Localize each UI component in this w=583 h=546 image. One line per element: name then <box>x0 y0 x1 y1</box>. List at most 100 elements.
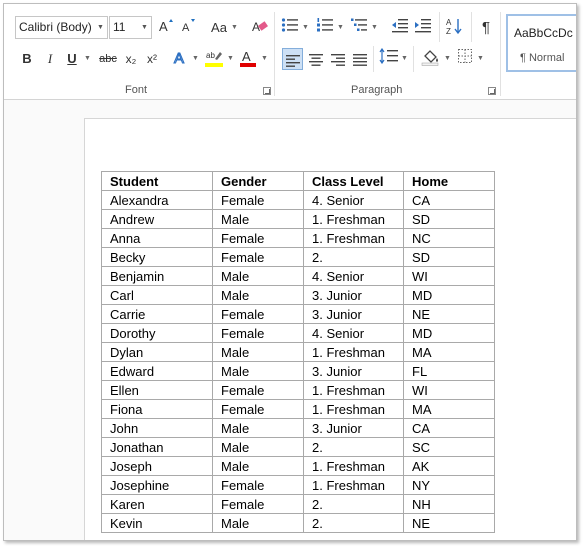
table-cell[interactable]: WI <box>403 380 495 400</box>
chevron-down-icon[interactable]: ▼ <box>371 17 378 39</box>
document-page[interactable]: Student Gender Class Level Home Alexandr… <box>84 118 576 540</box>
shading-button[interactable] <box>420 48 442 70</box>
bold-button[interactable]: B <box>18 48 36 70</box>
table-cell[interactable]: WI <box>403 266 495 286</box>
table-cell[interactable]: 1. Freshman <box>303 209 404 229</box>
chevron-down-icon[interactable]: ▼ <box>302 17 309 39</box>
table-cell[interactable]: 3. Junior <box>303 361 404 381</box>
table-cell[interactable]: Male <box>212 456 304 476</box>
paragraph-dialog-launcher-icon[interactable] <box>488 87 496 95</box>
table-cell[interactable]: Female <box>212 399 304 419</box>
table-cell[interactable]: Carl <box>101 285 213 305</box>
justify-button[interactable] <box>349 48 370 70</box>
table-cell[interactable]: Benjamin <box>101 266 213 286</box>
table-cell[interactable]: 1. Freshman <box>303 342 404 362</box>
table-cell[interactable]: 1. Freshman <box>303 475 404 495</box>
header-cell[interactable]: Home <box>403 171 495 191</box>
table-cell[interactable]: Female <box>212 247 304 267</box>
subscript-button[interactable]: x₂ <box>122 48 140 70</box>
table-cell[interactable]: Male <box>212 266 304 286</box>
table-cell[interactable]: 4. Senior <box>303 190 404 210</box>
bullets-button[interactable] <box>280 17 300 39</box>
table-cell[interactable]: MA <box>403 342 495 362</box>
table-cell[interactable]: MA <box>403 399 495 419</box>
table-cell[interactable]: Dorothy <box>101 323 213 343</box>
table-cell[interactable]: Joseph <box>101 456 213 476</box>
underline-button[interactable]: U <box>63 48 81 70</box>
increase-indent-button[interactable] <box>413 17 433 39</box>
table-cell[interactable]: Becky <box>101 247 213 267</box>
chevron-down-icon[interactable]: ▼ <box>94 17 107 38</box>
table-cell[interactable]: 3. Junior <box>303 285 404 305</box>
sort-button[interactable]: A Z <box>445 17 465 39</box>
table-cell[interactable]: 4. Senior <box>303 266 404 286</box>
table-cell[interactable]: 3. Junior <box>303 418 404 438</box>
table-cell[interactable]: Female <box>212 304 304 324</box>
shrink-font-button[interactable]: A <box>179 17 197 39</box>
table-cell[interactable]: 4. Senior <box>303 323 404 343</box>
table-cell[interactable]: John <box>101 418 213 438</box>
table-cell[interactable]: Male <box>212 361 304 381</box>
table-cell[interactable]: Josephine <box>101 475 213 495</box>
table-cell[interactable]: Karen <box>101 494 213 514</box>
header-cell[interactable]: Class Level <box>303 171 404 191</box>
font-size-combo[interactable]: 11 ▼ <box>109 16 152 39</box>
superscript-button[interactable]: x² <box>143 48 161 70</box>
table-cell[interactable]: Male <box>212 209 304 229</box>
font-color-button[interactable]: A <box>238 48 258 70</box>
table-cell[interactable]: CA <box>403 190 495 210</box>
multilevel-list-button[interactable] <box>349 17 369 39</box>
table-cell[interactable]: Male <box>212 285 304 305</box>
chevron-down-icon[interactable]: ▼ <box>401 48 408 70</box>
table-cell[interactable]: Jonathan <box>101 437 213 457</box>
table-cell[interactable]: MD <box>403 285 495 305</box>
decrease-indent-button[interactable] <box>390 17 410 39</box>
table-cell[interactable]: Carrie <box>101 304 213 324</box>
table-cell[interactable]: Female <box>212 475 304 495</box>
numbering-button[interactable] <box>315 17 335 39</box>
table-cell[interactable]: Female <box>212 323 304 343</box>
italic-button[interactable]: I <box>41 48 59 70</box>
chevron-down-icon[interactable]: ▼ <box>84 48 91 70</box>
header-cell[interactable]: Student <box>101 171 213 191</box>
table-cell[interactable]: MD <box>403 323 495 343</box>
table-cell[interactable]: 2. <box>303 247 404 267</box>
table-cell[interactable]: NE <box>403 304 495 324</box>
table-cell[interactable]: 2. <box>303 513 404 533</box>
students-table[interactable]: Student Gender Class Level Home Alexandr… <box>101 171 495 533</box>
chevron-down-icon[interactable]: ▼ <box>231 17 238 39</box>
table-cell[interactable]: Male <box>212 342 304 362</box>
table-cell[interactable]: Edward <box>101 361 213 381</box>
clear-formatting-button[interactable]: A <box>249 17 271 39</box>
align-left-button[interactable] <box>282 48 303 70</box>
table-cell[interactable]: Andrew <box>101 209 213 229</box>
table-cell[interactable]: SD <box>403 209 495 229</box>
line-spacing-button[interactable] <box>378 47 400 70</box>
table-cell[interactable]: 1. Freshman <box>303 399 404 419</box>
table-cell[interactable]: Male <box>212 418 304 438</box>
highlight-color-button[interactable]: ab <box>203 48 225 70</box>
grow-font-button[interactable]: A <box>157 17 175 39</box>
table-cell[interactable]: 3. Junior <box>303 304 404 324</box>
style-normal-tile[interactable]: AaBbCcDc ¶ Normal <box>506 14 576 72</box>
table-cell[interactable]: Alexandra <box>101 190 213 210</box>
align-right-button[interactable] <box>327 48 348 70</box>
chevron-down-icon[interactable]: ▼ <box>192 48 199 70</box>
table-cell[interactable]: NC <box>403 228 495 248</box>
table-cell[interactable]: 1. Freshman <box>303 228 404 248</box>
borders-button[interactable] <box>455 48 475 70</box>
chevron-down-icon[interactable]: ▼ <box>227 48 234 70</box>
chevron-down-icon[interactable]: ▼ <box>444 48 451 70</box>
chevron-down-icon[interactable]: ▼ <box>337 17 344 39</box>
table-cell[interactable]: Dylan <box>101 342 213 362</box>
table-cell[interactable]: SC <box>403 437 495 457</box>
show-formatting-button[interactable]: ¶ <box>476 17 496 39</box>
strikethrough-button[interactable]: abc <box>96 48 120 70</box>
table-cell[interactable]: CA <box>403 418 495 438</box>
chevron-down-icon[interactable]: ▼ <box>261 48 268 70</box>
table-cell[interactable]: Female <box>212 494 304 514</box>
table-cell[interactable]: Ellen <box>101 380 213 400</box>
text-effects-button[interactable]: A <box>171 48 191 70</box>
table-cell[interactable]: Female <box>212 380 304 400</box>
table-cell[interactable]: NE <box>403 513 495 533</box>
